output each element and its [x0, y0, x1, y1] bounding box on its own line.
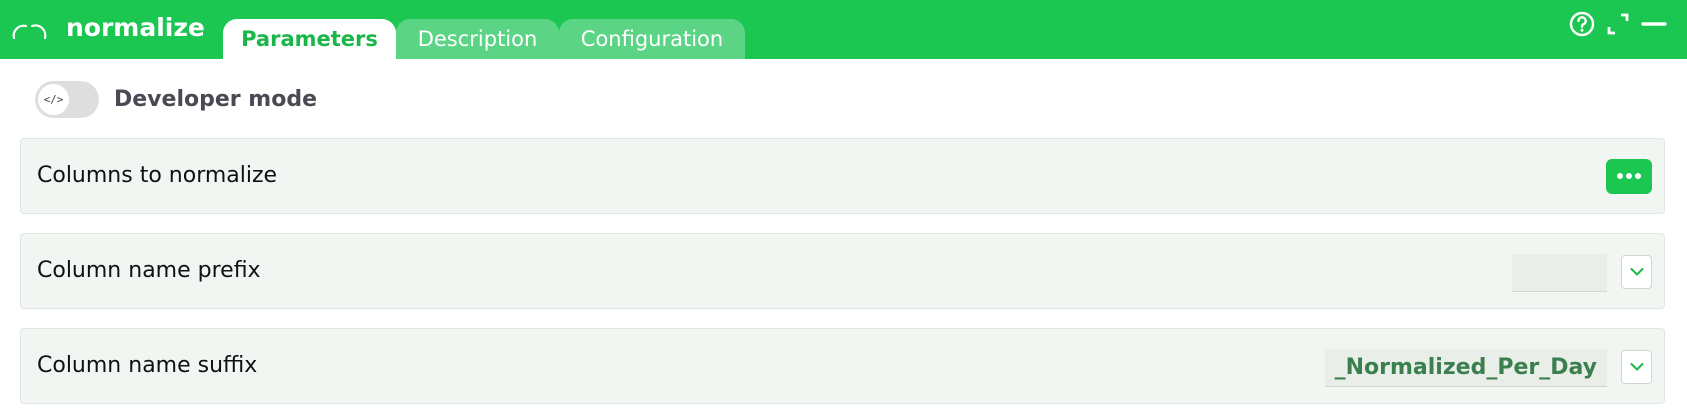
- tab-configuration[interactable]: Configuration: [559, 19, 745, 59]
- param-label: Columns to normalize: [37, 163, 278, 188]
- dot-icon: [1626, 173, 1632, 179]
- suffix-dropdown-button[interactable]: [1621, 350, 1652, 384]
- prefix-dropdown-button[interactable]: [1621, 255, 1652, 289]
- header-bar: normalize Parameters Description Configu…: [0, 0, 1687, 59]
- minimize-icon[interactable]: [1640, 10, 1668, 38]
- expand-icon[interactable]: [1604, 10, 1632, 38]
- suffix-value-field[interactable]: _Normalized_Per_Day: [1324, 349, 1607, 387]
- param-row-column-name-prefix: Column name prefix: [20, 233, 1665, 309]
- arc-node-icon: [12, 24, 47, 40]
- dot-icon: [1617, 173, 1623, 179]
- dot-icon: [1635, 173, 1641, 179]
- tab-parameters[interactable]: Parameters: [223, 19, 396, 59]
- code-icon: </>: [38, 84, 69, 115]
- more-options-button[interactable]: [1606, 159, 1652, 194]
- chevron-down-icon: [1630, 363, 1644, 371]
- chevron-down-icon: [1630, 268, 1644, 276]
- param-row-columns-to-normalize: Columns to normalize: [20, 138, 1665, 214]
- param-label: Column name suffix: [37, 353, 258, 378]
- param-row-column-name-suffix: Column name suffix _Normalized_Per_Day: [20, 328, 1665, 404]
- node-title: normalize: [66, 13, 205, 42]
- prefix-value-field[interactable]: [1512, 254, 1607, 292]
- developer-mode-toggle[interactable]: </>: [35, 81, 99, 118]
- developer-mode-label: Developer mode: [114, 87, 317, 112]
- help-icon[interactable]: [1568, 10, 1596, 38]
- param-label: Column name prefix: [37, 258, 261, 283]
- tab-description[interactable]: Description: [396, 19, 559, 59]
